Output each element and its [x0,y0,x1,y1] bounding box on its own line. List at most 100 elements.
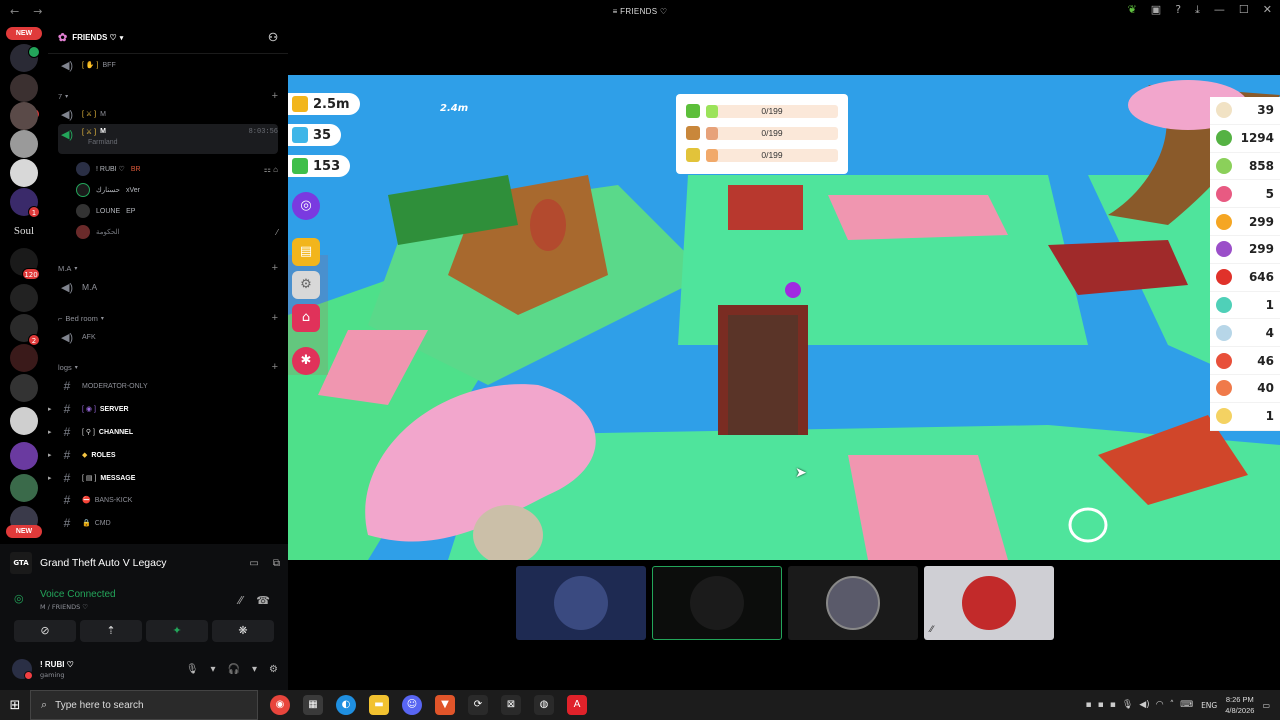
participant-tile-1[interactable] [516,566,646,640]
voice-channel-m[interactable]: ◀) [ ⚔ ] M [58,104,278,124]
text-channel-server[interactable]: ▸ # [ ◉ ] SERVER [48,399,278,419]
voice-connected-label[interactable]: Voice Connected [40,589,116,600]
maximize-button[interactable]: ☐ [1239,3,1249,17]
chevron-down-icon[interactable]: ▾ [211,664,216,675]
brave-icon[interactable]: ▼ [435,695,455,715]
windows-start-icon[interactable]: ⊞ [0,698,30,713]
text-channel-message[interactable]: ▸ # [ ▤ ] MESSAGE [48,468,278,488]
server-icon-4[interactable] [10,130,38,158]
text-channel-bans-kick[interactable]: # ⛔ BANS-KICK [58,490,278,510]
screen-share-button[interactable]: ⇡ [80,620,142,642]
text-channel-roles[interactable]: ▸ # ◆ ROLES [48,445,278,465]
speaker-icon: ◀) [60,59,74,72]
voice-user-2[interactable]: حسنارك xVer [76,180,278,200]
server-icon-3[interactable] [10,102,38,130]
category-logs[interactable]: logs ▾ + [58,359,278,375]
voice-channel-afk[interactable]: ◀) AFK [58,327,278,347]
category-ma[interactable]: M.A ▾ + [58,260,278,276]
game-scene[interactable]: 2.4m 2.5m 35 153 ◎ ▤ ⚙ ⌂ ✱ 0/199 0/199 0… [288,75,1280,560]
adobe-icon[interactable]: A [567,695,587,715]
user-avatar[interactable] [12,659,33,680]
share-icon[interactable]: ⧉ [273,558,280,569]
settings-gear-icon[interactable]: ⚙ [269,664,278,675]
close-button[interactable]: ✕ [1263,3,1272,17]
channel-emoji-icon: [ ✋ ] [82,62,99,69]
quest-book-button[interactable]: ▤ [292,238,320,266]
headphones-icon[interactable]: 🎧 [228,664,240,675]
download-icon[interactable]: ⤓ [1195,3,1200,17]
participant-tile-3[interactable] [788,566,918,640]
egg-button[interactable]: ◎ [292,192,320,220]
text-channel-cmd[interactable]: # 🔒 CMD [58,513,278,533]
microphone-icon[interactable]: 🎙 [1122,700,1133,710]
shop-button[interactable]: ⌂ [292,304,320,332]
invite-people-icon[interactable]: ⚇ [268,31,278,44]
add-channel-icon[interactable]: + [272,361,278,373]
voice-channel-bff[interactable]: ◀) [ ✋ ] BFF [58,55,278,75]
voice-channel-m-active[interactable]: ◀) [ ⚔ ] M 8:03:56 Farmland [58,124,278,154]
text-channel-moderator-only[interactable]: # MODERATOR-ONLY [58,376,278,396]
tray-icon[interactable]: ▪ [1098,700,1104,710]
server-icon-12[interactable] [10,407,38,435]
nitro-leaf-icon[interactable]: ❦ [1128,3,1137,17]
soundboard-button[interactable]: ❋ [212,620,274,642]
clock[interactable]: 8:26 PM 4/8/2026 [1225,694,1254,716]
add-channel-icon[interactable]: + [272,90,278,102]
chrome-icon[interactable]: ◉ [270,695,290,715]
notification-icon[interactable]: ▭ [1262,701,1270,710]
add-channel-icon[interactable]: + [272,312,278,324]
minimize-button[interactable]: — [1214,3,1225,17]
wifi-icon[interactable]: ◠ [1156,700,1164,710]
server-icon-5[interactable] [10,159,38,187]
inbox-icon[interactable]: ▣ [1151,3,1161,17]
discord-icon[interactable]: ☺ [402,695,422,715]
server-icon-14[interactable] [10,474,38,502]
signal-icon[interactable]: ◎ [14,592,24,605]
server-icon-10[interactable] [10,344,38,372]
file-explorer-icon[interactable]: ▬ [369,695,389,715]
server-icon-2[interactable] [10,74,38,102]
xbox-icon[interactable]: ⊠ [501,695,521,715]
roblox-menu-button[interactable]: ✱ [292,347,320,375]
help-icon[interactable]: ? [1175,3,1181,17]
chevron-down-icon[interactable]: ▾ [252,664,257,675]
category-bedroom[interactable]: ⌐ Bed room ▾ + [58,310,278,326]
inventory-item-icon [1216,157,1232,174]
chevron-up-icon[interactable]: ˄ [1170,700,1175,710]
add-channel-icon[interactable]: + [272,262,278,274]
participant-tile-4[interactable]: ⁄⁄ [924,566,1054,640]
voice-user-3[interactable]: LOUNE EP [76,201,278,221]
inventory-item-icon [1216,269,1232,286]
language-indicator[interactable]: ENG [1201,701,1217,710]
voice-channel-ma[interactable]: ◀) M.A [58,277,278,297]
activities-button[interactable]: ✦ [146,620,208,642]
category-7[interactable]: 7 ▾ + [58,88,278,104]
noise-suppression-icon[interactable]: ⁄⁄ [239,594,243,607]
tray-icon[interactable]: ▪ [1110,700,1116,710]
obs-icon[interactable]: ◍ [534,695,554,715]
voice-user-1[interactable]: ! RUBI ♡ BR ⚏ ⌂ [76,159,278,179]
disconnect-icon[interactable]: ☎ [256,594,270,607]
soul-server-icon[interactable]: Soul [8,217,40,245]
server-icon-8[interactable] [10,284,38,312]
text-channel-channel[interactable]: ▸ # [ ⚲ ] CHANNEL [48,422,278,442]
channel-emoji-icon: [ ⚔ ] [82,111,97,118]
stream-icon[interactable]: ▭ [249,558,258,569]
server-header[interactable]: ✿ FRIENDS ♡ ▾ ⚇ [48,22,288,54]
store-icon[interactable]: ▦ [303,695,323,715]
camera-off-button[interactable]: ⊘ [14,620,76,642]
thread-arrow-icon: ▸ [48,452,52,459]
resource-value: 153 [313,158,341,174]
tray-icon[interactable]: ▪ [1086,700,1092,710]
microphone-icon[interactable]: 🎙 [186,664,199,675]
taskbar-search[interactable]: ⌕ Type here to search [30,690,258,720]
participant-tile-2[interactable] [652,566,782,640]
volume-icon[interactable]: ◀) [1139,700,1149,710]
voice-user-4[interactable]: الحكومة ⁄ [76,222,278,242]
app-icon[interactable]: ⟳ [468,695,488,715]
settings-gear-icon[interactable]: ⚙ [292,271,320,299]
server-icon-11[interactable] [10,374,38,402]
keyboard-icon[interactable]: ⌨ [1180,700,1193,710]
server-icon-13[interactable] [10,442,38,470]
edge-icon[interactable]: ◐ [336,695,356,715]
